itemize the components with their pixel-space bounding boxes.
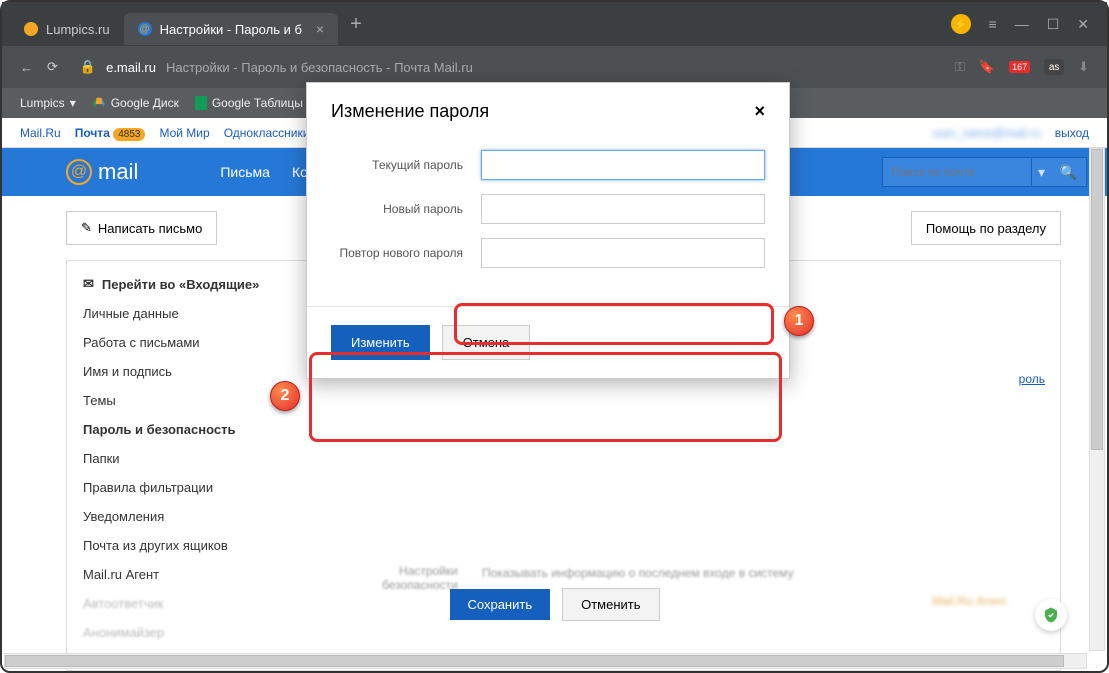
bookmark-gdrive[interactable]: Google Диск — [92, 96, 179, 110]
bookmark-lumpics[interactable]: Lumpics ▾ — [20, 96, 76, 110]
sidebar-item-folders[interactable]: Папки — [67, 444, 313, 473]
compose-button[interactable]: ✎Написать письмо — [66, 211, 217, 245]
new-tab-button[interactable]: + — [338, 13, 374, 36]
bookmark-icon[interactable]: 🔖 — [979, 59, 995, 75]
tab-favicon-mailru: @ — [138, 22, 152, 36]
bg-button-row: Сохранить Отменить — [449, 588, 659, 621]
bg-settings-label: Настройки безопасности — [382, 564, 458, 592]
browser-tab-lumpics[interactable]: Lumpics.ru — [10, 13, 124, 45]
sidebar-item-notifications[interactable]: Уведомления — [67, 502, 313, 531]
bg-agent: Mail.Ru Агент — [932, 594, 1007, 608]
key-icon[interactable]: ⚿ — [955, 59, 965, 75]
edit-icon: ✎ — [81, 220, 92, 236]
lastfm-icon[interactable]: as — [1044, 59, 1064, 75]
bg-info-label: Показывать информацию о последнем входе … — [482, 566, 794, 580]
tab-label: Lumpics.ru — [46, 22, 110, 37]
topbar-odnoklassniki[interactable]: Одноклассники — [224, 126, 310, 140]
callout-number-1: 1 — [784, 306, 814, 336]
bg-cancel-button[interactable]: Отменить — [562, 588, 659, 621]
repeat-password-label: Повтор нового пароля — [331, 246, 481, 260]
inbox-arrow-icon: ✉ — [83, 276, 94, 292]
search-dropdown[interactable]: ▾ — [1032, 157, 1051, 187]
sidebar-item-agent[interactable]: Mail.ru Агент — [67, 560, 313, 589]
lock-icon: 🔒 — [80, 59, 96, 75]
maximize-icon[interactable]: ☐ — [1047, 16, 1060, 33]
browser-tab-strip: Lumpics.ru @ Настройки - Пароль и б × + … — [2, 2, 1107, 46]
lightning-icon[interactable]: ⚡ — [951, 14, 971, 34]
url-domain: e.mail.ru — [106, 60, 156, 75]
bg-save-button[interactable]: Сохранить — [449, 589, 550, 620]
browser-tab-mailru[interactable]: @ Настройки - Пароль и б × — [124, 13, 339, 45]
bg-password-link: роль — [1019, 372, 1045, 386]
scroll-thumb-h[interactable] — [5, 655, 1064, 667]
sidebar-item-inbox[interactable]: ✉Перейти во «Входящие» — [67, 269, 313, 299]
horizontal-scrollbar[interactable] — [4, 653, 1087, 669]
url-box[interactable]: 🔒 e.mail.ru Настройки - Пароль и безопас… — [72, 59, 941, 75]
cancel-button[interactable]: Отмена — [442, 325, 531, 360]
bookmark-sheets[interactable]: Google Таблицы — [195, 96, 303, 110]
current-password-input[interactable] — [481, 150, 765, 180]
topbar-mail[interactable]: Почта 4853 — [75, 126, 146, 140]
logout-link[interactable]: выход — [1055, 126, 1089, 140]
scroll-thumb-v[interactable] — [1091, 149, 1103, 450]
search-input[interactable] — [882, 157, 1032, 187]
minimize-icon[interactable]: — — [1015, 16, 1029, 32]
sidebar-item-blurred1[interactable]: Автоответчик — [67, 589, 313, 618]
sidebar-item-other-mail[interactable]: Почта из других ящиков — [67, 531, 313, 560]
change-password-modal: Изменение пароля × Текущий пароль Новый … — [306, 82, 790, 379]
new-password-input[interactable] — [481, 194, 765, 224]
sheets-icon — [195, 96, 207, 110]
mail-logo[interactable]: @ mail — [66, 159, 138, 185]
sidebar-item-personal[interactable]: Личные данные — [67, 299, 313, 328]
close-window-icon[interactable]: ✕ — [1077, 16, 1089, 33]
callout-number-2: 2 — [270, 381, 300, 411]
chevron-down-icon: ▾ — [70, 96, 76, 110]
tab-favicon-lumpics — [24, 22, 38, 36]
sidebar-item-filters[interactable]: Правила фильтрации — [67, 473, 313, 502]
unread-count: 4853 — [113, 128, 145, 141]
modal-close-button[interactable]: × — [754, 101, 765, 122]
reload-button[interactable]: ⟳ — [47, 59, 58, 75]
shield-badge-icon[interactable] — [1035, 599, 1067, 631]
modal-title: Изменение пароля — [331, 101, 489, 122]
sidebar-item-letters[interactable]: Работа с письмами — [67, 328, 313, 357]
repeat-password-input[interactable] — [481, 238, 765, 268]
topbar-mailru[interactable]: Mail.Ru — [20, 126, 61, 140]
tab-label: Настройки - Пароль и б — [160, 22, 302, 37]
sidebar-item-name[interactable]: Имя и подпись — [67, 357, 313, 386]
nav-letters[interactable]: Письма — [220, 164, 270, 180]
menu-icon[interactable]: ≡ — [989, 16, 997, 32]
search-button[interactable]: 🔍 — [1051, 157, 1087, 187]
notification-badge[interactable]: 167 — [1009, 61, 1030, 73]
download-icon[interactable]: ⬇ — [1078, 59, 1089, 75]
current-password-label: Текущий пароль — [331, 158, 481, 172]
url-path: Настройки - Пароль и безопасность - Почт… — [166, 60, 473, 75]
settings-sidebar: ✉Перейти во «Входящие» Личные данные Раб… — [66, 260, 313, 671]
submit-button[interactable]: Изменить — [331, 325, 430, 360]
user-email[interactable]: user_name@mail.ru — [932, 126, 1040, 140]
topbar-moimir[interactable]: Мой Мир — [159, 126, 209, 140]
mail-search: ▾ 🔍 — [882, 157, 1087, 187]
vertical-scrollbar[interactable] — [1089, 148, 1105, 651]
new-password-label: Новый пароль — [331, 202, 481, 216]
sidebar-item-security[interactable]: Пароль и безопасность — [67, 415, 313, 444]
logo-at-icon: @ — [66, 159, 92, 185]
back-button[interactable]: ← — [20, 60, 33, 75]
help-button[interactable]: Помощь по разделу — [911, 211, 1061, 245]
sidebar-item-blurred2[interactable]: Анонимайзер — [67, 618, 313, 647]
tab-close-icon[interactable]: × — [316, 21, 324, 37]
